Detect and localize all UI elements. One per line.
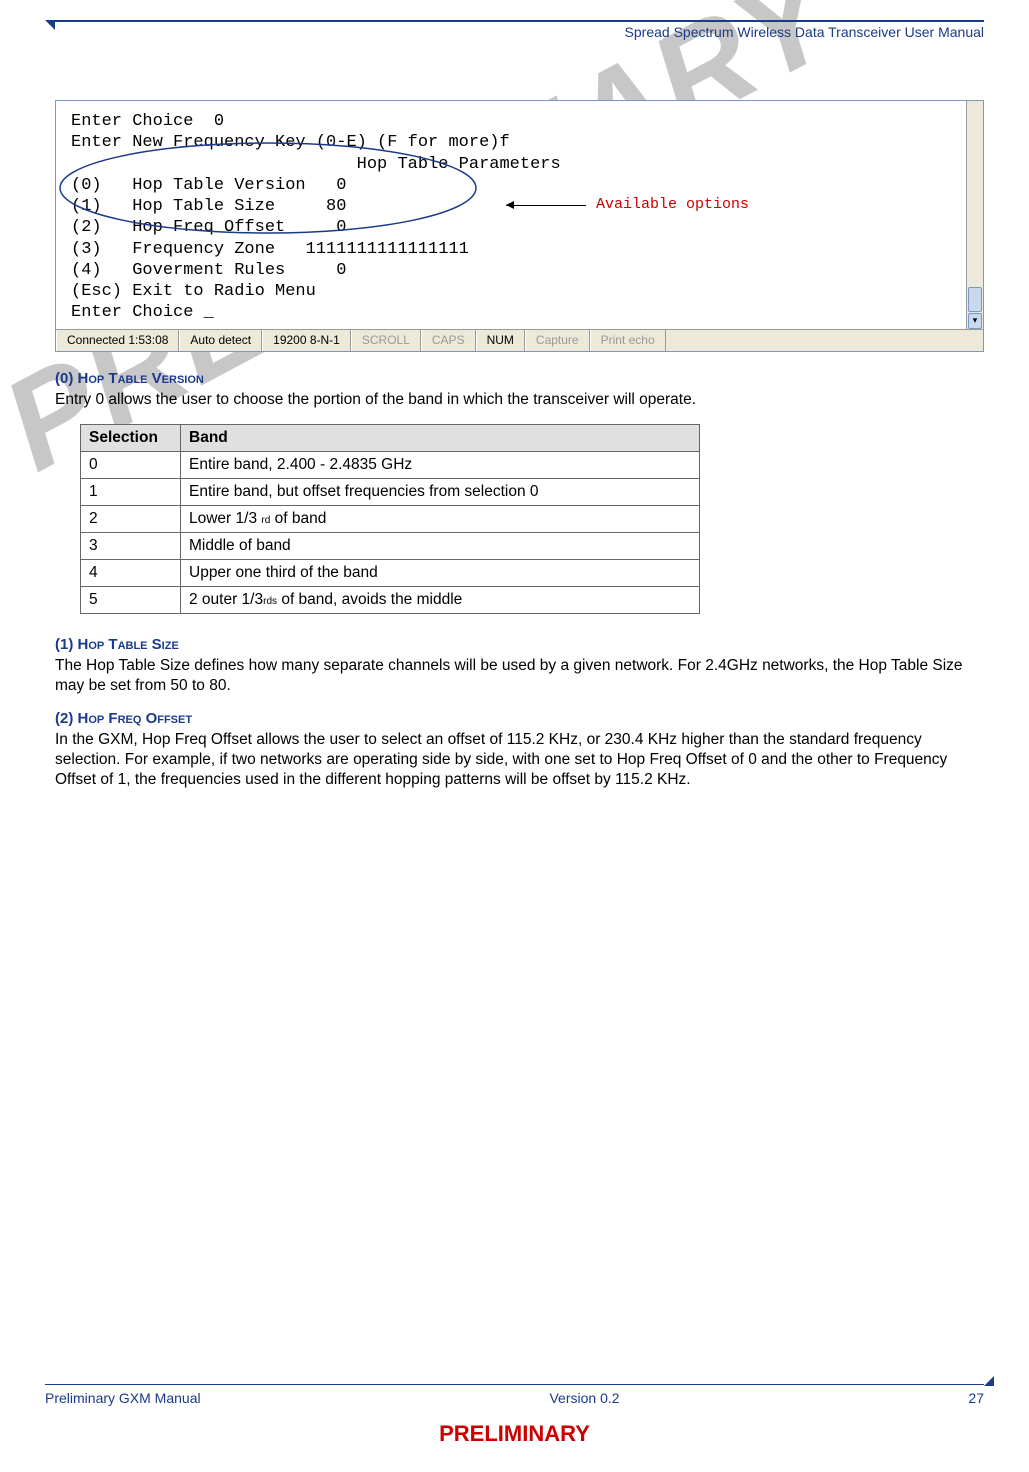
footer-rule (45, 1384, 984, 1385)
status-scroll: SCROLL (351, 330, 421, 351)
footer-left: Preliminary GXM Manual (45, 1390, 201, 1406)
scrollbar-down-button[interactable]: ▾ (968, 313, 982, 329)
section-body-2: In the GXM, Hop Freq Offset allows the u… (55, 730, 984, 790)
table-header-selection: Selection (81, 424, 181, 451)
terminal-line: Enter New Frequency Key (0-E) (F for mor… (71, 132, 983, 153)
terminal-line: (3) Frequency Zone 1111111111111111 (71, 239, 983, 260)
table-row: 0Entire band, 2.400 - 2.4835 GHz (81, 451, 700, 478)
annotation-label: Available options (596, 196, 749, 215)
status-printecho: Print echo (590, 330, 666, 351)
terminal-line: (0) Hop Table Version 0 (71, 175, 983, 196)
scrollbar-thumb[interactable] (968, 287, 982, 312)
section-heading-1: (1) Hop Table Size (55, 636, 984, 653)
footer-corner-decoration (984, 1376, 994, 1386)
status-num: NUM (476, 330, 525, 351)
status-bar: Connected 1:53:08 Auto detect 19200 8-N-… (56, 329, 983, 351)
section-body-0: Entry 0 allows the user to choose the po… (55, 390, 984, 410)
table-row: 3Middle of band (81, 532, 700, 559)
terminal-screenshot: Enter Choice 0 Enter New Frequency Key (… (55, 100, 984, 352)
table-row: 2Lower 1/3 rd of band (81, 505, 700, 532)
status-capture: Capture (525, 330, 590, 351)
terminal-line: Enter Choice 0 (71, 111, 983, 132)
table-row: 1Entire band, but offset frequencies fro… (81, 478, 700, 505)
footer: Preliminary GXM Manual Version 0.2 27 PR… (45, 1384, 984, 1447)
status-caps: CAPS (421, 330, 476, 351)
header-rule (47, 20, 984, 22)
table-header-band: Band (181, 424, 700, 451)
annotation-arrow (506, 205, 586, 206)
selection-table: Selection Band 0Entire band, 2.400 - 2.4… (80, 424, 700, 614)
footer-preliminary: PRELIMINARY (45, 1421, 984, 1447)
terminal-line: (2) Hop Freq Offset 0 (71, 217, 983, 238)
table-row: 4Upper one third of the band (81, 559, 700, 586)
section-heading-0: (0) Hop Table Version (55, 370, 984, 387)
section-heading-2: (2) Hop Freq Offset (55, 710, 984, 727)
footer-center: Version 0.2 (549, 1390, 619, 1406)
table-row: 52 outer 1/3rds of band, avoids the midd… (81, 586, 700, 613)
terminal-line: (4) Goverment Rules 0 (71, 260, 983, 281)
terminal-line: (Esc) Exit to Radio Menu (71, 281, 983, 302)
corner-decoration (45, 20, 55, 30)
status-connected: Connected 1:53:08 (56, 330, 179, 351)
footer-right: 27 (968, 1390, 984, 1406)
status-autodetect: Auto detect (179, 330, 262, 351)
terminal-line: Hop Table Parameters (71, 154, 983, 175)
section-body-1: The Hop Table Size defines how many sepa… (55, 656, 984, 696)
terminal-line: Enter Choice _ (71, 302, 983, 323)
scrollbar[interactable]: ▾ (966, 101, 983, 329)
status-baud: 19200 8-N-1 (262, 330, 351, 351)
header-title: Spread Spectrum Wireless Data Transceive… (55, 24, 984, 40)
